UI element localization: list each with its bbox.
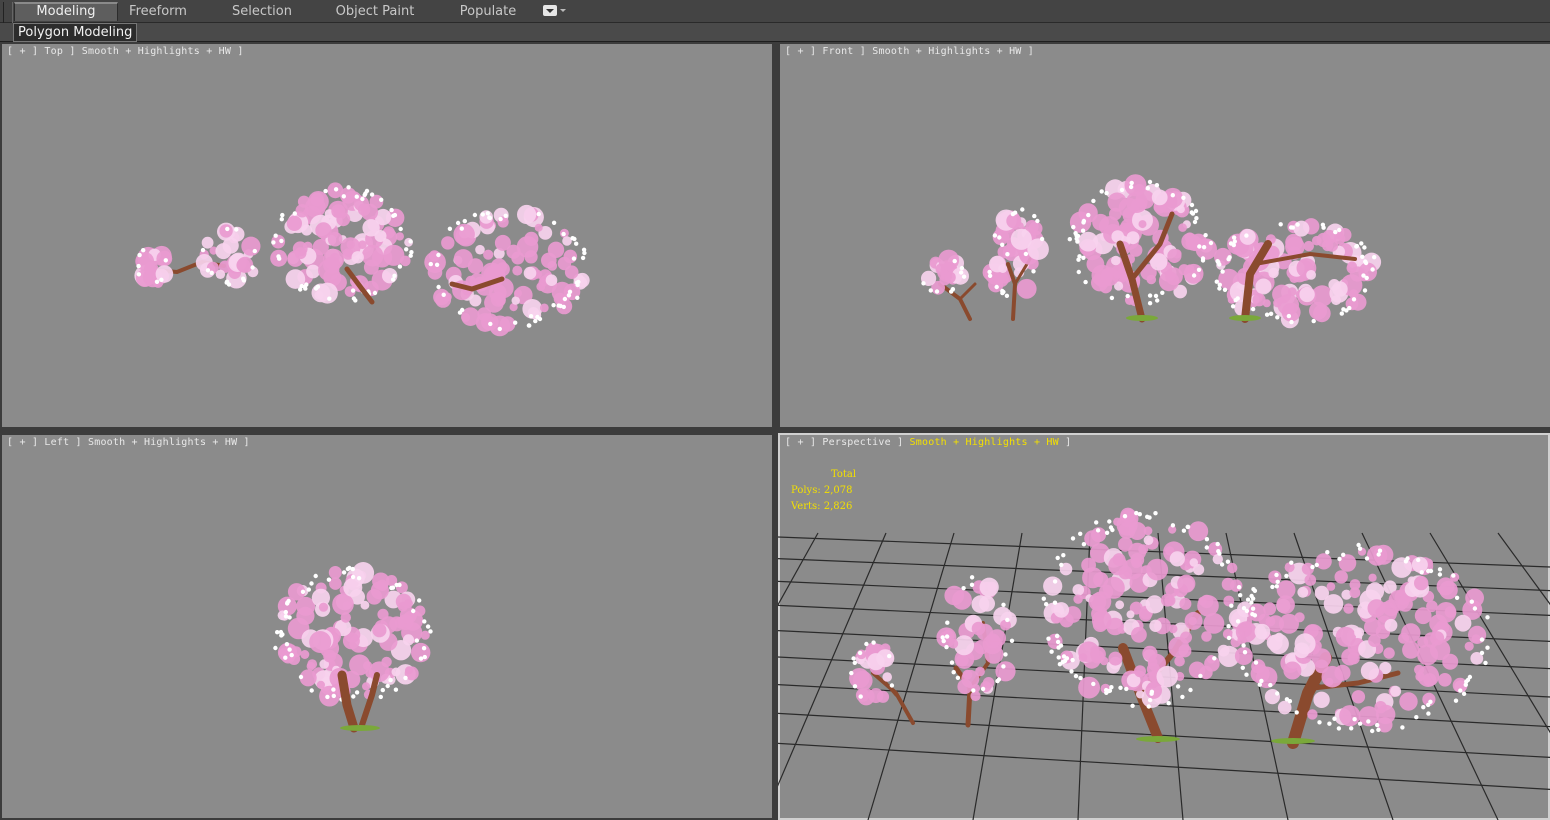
dropdown-menu-icon[interactable]	[543, 5, 567, 17]
blossom-cluster	[936, 575, 1017, 702]
grass-patch	[1271, 738, 1315, 744]
viewport-point-of-view-menu[interactable]: Perspective	[822, 437, 890, 448]
stats-polys-value: 2,078	[823, 485, 853, 496]
scene-top	[134, 182, 590, 337]
viewport-top[interactable]: [ + ] Top ] Smooth + Highlights + HW ]	[2, 44, 772, 427]
viewport-front[interactable]: [ + ] Front ] Smooth + Highlights + HW ]	[780, 44, 1550, 427]
tab-selection[interactable]: Selection	[222, 2, 302, 21]
blossom-cluster	[1214, 218, 1382, 329]
ribbon-panel-bar: Polygon Modeling	[0, 23, 1550, 42]
blossom-cluster	[1067, 174, 1217, 307]
blossom-cluster	[134, 245, 174, 288]
stats-verts-label: Verts:	[791, 501, 821, 512]
stats-verts-row: Verts: 2,826	[791, 499, 856, 515]
blossom-cluster	[1041, 507, 1252, 709]
scene-left	[273, 562, 433, 733]
tab-modeling[interactable]: Modeling	[14, 2, 118, 21]
blossom-cluster	[195, 222, 261, 289]
stats-polys-label: Polys:	[791, 485, 821, 496]
viewport-shading-menu[interactable]: Smooth + Highlights + HW	[910, 437, 1059, 448]
statistics-overlay: Total Polys: 2,078 Verts: 2,826	[791, 467, 856, 515]
ribbon-tab-bar: Modeling Freeform Selection Object Paint…	[0, 0, 1550, 40]
grass-patch	[1126, 315, 1158, 321]
viewport-perspective[interactable]: [ + ] Perspective ] Smooth + Highlights …	[778, 433, 1550, 820]
polygon-modeling-panel-button[interactable]: Polygon Modeling	[13, 23, 138, 42]
grass-patch	[340, 725, 380, 731]
scene-perspective	[778, 507, 1550, 820]
chevron-down-icon	[560, 9, 566, 12]
scene-front	[921, 174, 1382, 329]
viewport-menu-bracket: ]	[1065, 437, 1072, 448]
stats-polys-row: Polys: 2,078	[791, 483, 856, 499]
blossom-cluster	[273, 562, 433, 707]
stats-verts-value: 2,826	[823, 501, 853, 512]
grass-patch	[1136, 736, 1180, 742]
viewport-separator: ]	[897, 437, 904, 448]
tab-freeform[interactable]: Freeform	[118, 2, 198, 21]
viewport-left[interactable]: [ + ] Left ] Smooth + Highlights + HW ]	[2, 435, 772, 818]
dropdown-box-icon	[543, 5, 557, 16]
tree-trunk	[958, 282, 977, 301]
tab-populate[interactable]: Populate	[450, 2, 526, 21]
blossom-cluster	[1234, 542, 1490, 734]
viewport-separator: ]	[809, 437, 817, 448]
viewport-menu-bracket: [	[785, 437, 792, 448]
viewport-general-menu[interactable]: +	[797, 437, 803, 448]
blossom-cluster	[270, 182, 414, 304]
blossom-cluster	[424, 204, 590, 337]
grass-patch	[1229, 315, 1261, 321]
viewport-label-perspective: [ + ] Perspective ] Smooth + Highlights …	[785, 437, 1071, 448]
stats-header: Total	[831, 469, 857, 480]
tab-object-paint[interactable]: Object Paint	[330, 2, 420, 21]
